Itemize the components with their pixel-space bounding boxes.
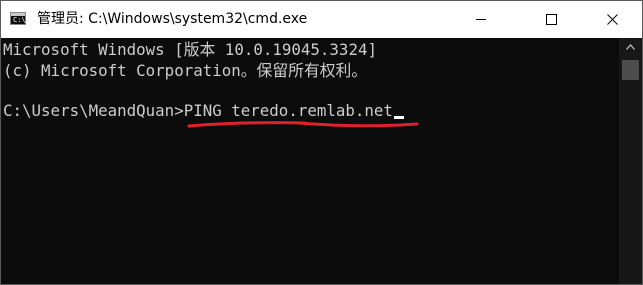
command-text: PING teredo.remlab.net [183,101,393,120]
maximize-button[interactable] [528,1,574,38]
scroll-thumb[interactable] [622,60,639,80]
console-line: Microsoft Windows [版本 10.0.19045.3324] [3,40,377,59]
scroll-up-button[interactable] [619,38,642,56]
close-icon [607,14,618,25]
vertical-scrollbar[interactable] [619,38,642,284]
minimize-button[interactable] [458,1,504,38]
text-cursor [393,116,404,119]
console-output[interactable]: Microsoft Windows [版本 10.0.19045.3324] (… [1,38,619,284]
cmd-window: C:\ 管理员: C:\Windows\system32\cmd.exe Mic… [0,0,643,285]
command-line[interactable]: C:\Users\MeandQuan>PING teredo.remlab.ne… [3,101,404,121]
command-prompt: C:\Users\MeandQuan> [3,101,184,120]
window-title: 管理员: C:\Windows\system32\cmd.exe [37,11,308,27]
cmd-icon-prompt: C:\ [13,16,26,24]
cmd-icon[interactable]: C:\ [10,12,26,25]
maximize-icon [546,14,557,25]
close-button[interactable] [589,1,635,38]
console-line: (c) Microsoft Corporation。保留所有权利。 [3,61,368,80]
title-bar[interactable]: C:\ 管理员: C:\Windows\system32\cmd.exe [1,1,642,38]
minimize-icon [476,19,486,20]
chevron-up-icon [626,44,635,50]
